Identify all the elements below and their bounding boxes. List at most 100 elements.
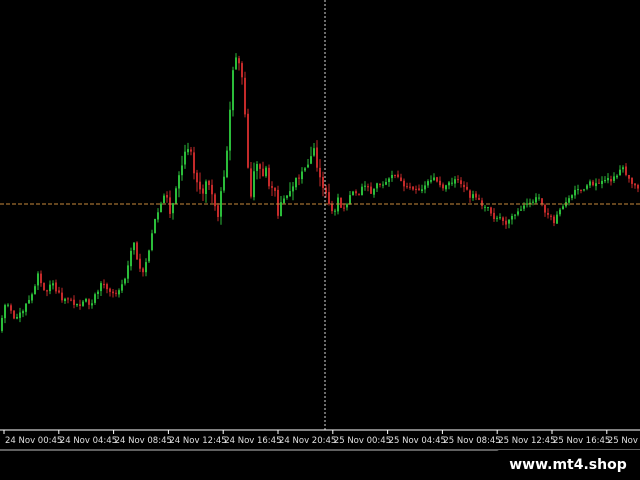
candle-bearish <box>634 183 636 186</box>
candle-bullish <box>526 203 528 205</box>
candle-bullish <box>160 203 162 213</box>
candle-bullish <box>373 189 375 195</box>
candle-bearish <box>379 184 381 185</box>
candle-bullish <box>124 278 126 284</box>
price-chart[interactable]: 24 Nov 00:4524 Nov 04:4524 Nov 08:4524 N… <box>0 0 640 480</box>
candle-bullish <box>571 195 573 199</box>
candle-bullish <box>601 180 603 184</box>
candle-bearish <box>274 188 276 191</box>
candle-bullish <box>187 149 189 153</box>
candle-bullish <box>619 169 621 176</box>
candle-bearish <box>202 188 204 194</box>
chart-window[interactable]: 24 Nov 00:45 24 Nov 04:45 24 Nov 08:45 24 N… <box>0 0 640 480</box>
candle-bullish <box>37 273 39 286</box>
candle-bearish <box>505 220 507 225</box>
candle-bullish <box>85 299 87 302</box>
candle-bullish <box>16 317 18 319</box>
candle-bearish <box>43 282 45 291</box>
candle-bullish <box>589 181 591 186</box>
candle-bullish <box>487 207 489 209</box>
candle-bearish <box>55 282 57 292</box>
candle-bearish <box>217 205 219 217</box>
candle-bullish <box>301 171 303 180</box>
x-axis-tick-label: 24 Nov 08:45 <box>115 436 172 446</box>
candle-bullish <box>448 182 450 186</box>
candle-bullish <box>568 198 570 203</box>
candle-bullish <box>391 175 393 179</box>
candle-bullish <box>283 198 285 204</box>
candle-bearish <box>370 186 372 194</box>
candle-bearish <box>277 189 279 216</box>
candle-bearish <box>493 212 495 219</box>
candle-bullish <box>22 311 24 314</box>
candle-bullish <box>157 212 159 220</box>
candle-bearish <box>67 298 69 300</box>
candle-bearish <box>88 299 90 305</box>
candle-bearish <box>502 217 504 221</box>
candle-bullish <box>313 148 315 156</box>
candle-bullish <box>130 250 132 267</box>
candle-bullish <box>334 210 336 212</box>
candle-bullish <box>421 189 423 191</box>
candle-bearish <box>139 258 141 269</box>
candle-bullish <box>451 182 453 184</box>
candle-bullish <box>361 186 363 195</box>
candle-bullish <box>94 294 96 303</box>
candle-bearish <box>58 290 60 293</box>
candle-bullish <box>19 312 21 318</box>
candle-bearish <box>397 174 399 177</box>
candle-bearish <box>40 273 42 284</box>
candle-bearish <box>598 182 600 184</box>
candle-bearish <box>79 304 81 306</box>
candle-bearish <box>358 194 360 196</box>
candle-bullish <box>583 189 585 191</box>
candle-bearish <box>199 181 201 190</box>
candle-bullish <box>622 167 624 170</box>
candle-bearish <box>610 179 612 182</box>
watermark-logo: www.mt4.shop <box>496 450 640 480</box>
candle-bearish <box>238 58 240 64</box>
x-axis-tick-label: 25 Nov 16:45 <box>553 436 610 446</box>
candle-bullish <box>424 185 426 190</box>
candle-bearish <box>61 292 63 301</box>
x-axis-tick-label: 24 Nov 20:45 <box>279 436 336 446</box>
candle-bearish <box>259 164 261 169</box>
candle-bearish <box>208 180 210 185</box>
candle-bearish <box>328 192 330 204</box>
candle-bearish <box>10 305 12 311</box>
candle-bullish <box>364 185 366 187</box>
candle-bearish <box>211 184 213 195</box>
candle-bullish <box>118 290 120 295</box>
candle-bullish <box>472 194 474 199</box>
candle-bearish <box>115 292 117 294</box>
candle-bullish <box>292 186 294 192</box>
candle-bearish <box>109 288 111 292</box>
candle-bullish <box>25 303 27 312</box>
candle-bullish <box>613 176 615 181</box>
candle-bearish <box>241 63 243 78</box>
candle-bullish <box>289 191 291 197</box>
candles-layer <box>1 53 639 333</box>
candle-bullish <box>514 214 516 216</box>
candle-bullish <box>265 167 267 177</box>
candle-bearish <box>466 186 468 190</box>
candle-bearish <box>244 77 246 115</box>
candle-bearish <box>331 204 333 212</box>
candle-bearish <box>214 194 216 207</box>
candle-bullish <box>562 206 564 210</box>
candle-bullish <box>256 164 258 171</box>
candle-bearish <box>412 186 414 190</box>
candle-bearish <box>319 167 321 178</box>
candle-bearish <box>340 198 342 208</box>
x-axis: 24 Nov 00:4524 Nov 04:4524 Nov 08:4524 N… <box>3 430 640 446</box>
candle-bullish <box>382 184 384 186</box>
candle-bearish <box>250 168 252 197</box>
candle-bearish <box>478 198 480 200</box>
x-axis-tick-label: 24 Nov 04:45 <box>60 436 117 446</box>
candle-bearish <box>403 180 405 187</box>
candle-bearish <box>103 283 105 286</box>
candle-bearish <box>112 291 114 294</box>
candle-bullish <box>523 205 525 209</box>
candle-bullish <box>595 183 597 187</box>
candle-bullish <box>229 109 231 151</box>
